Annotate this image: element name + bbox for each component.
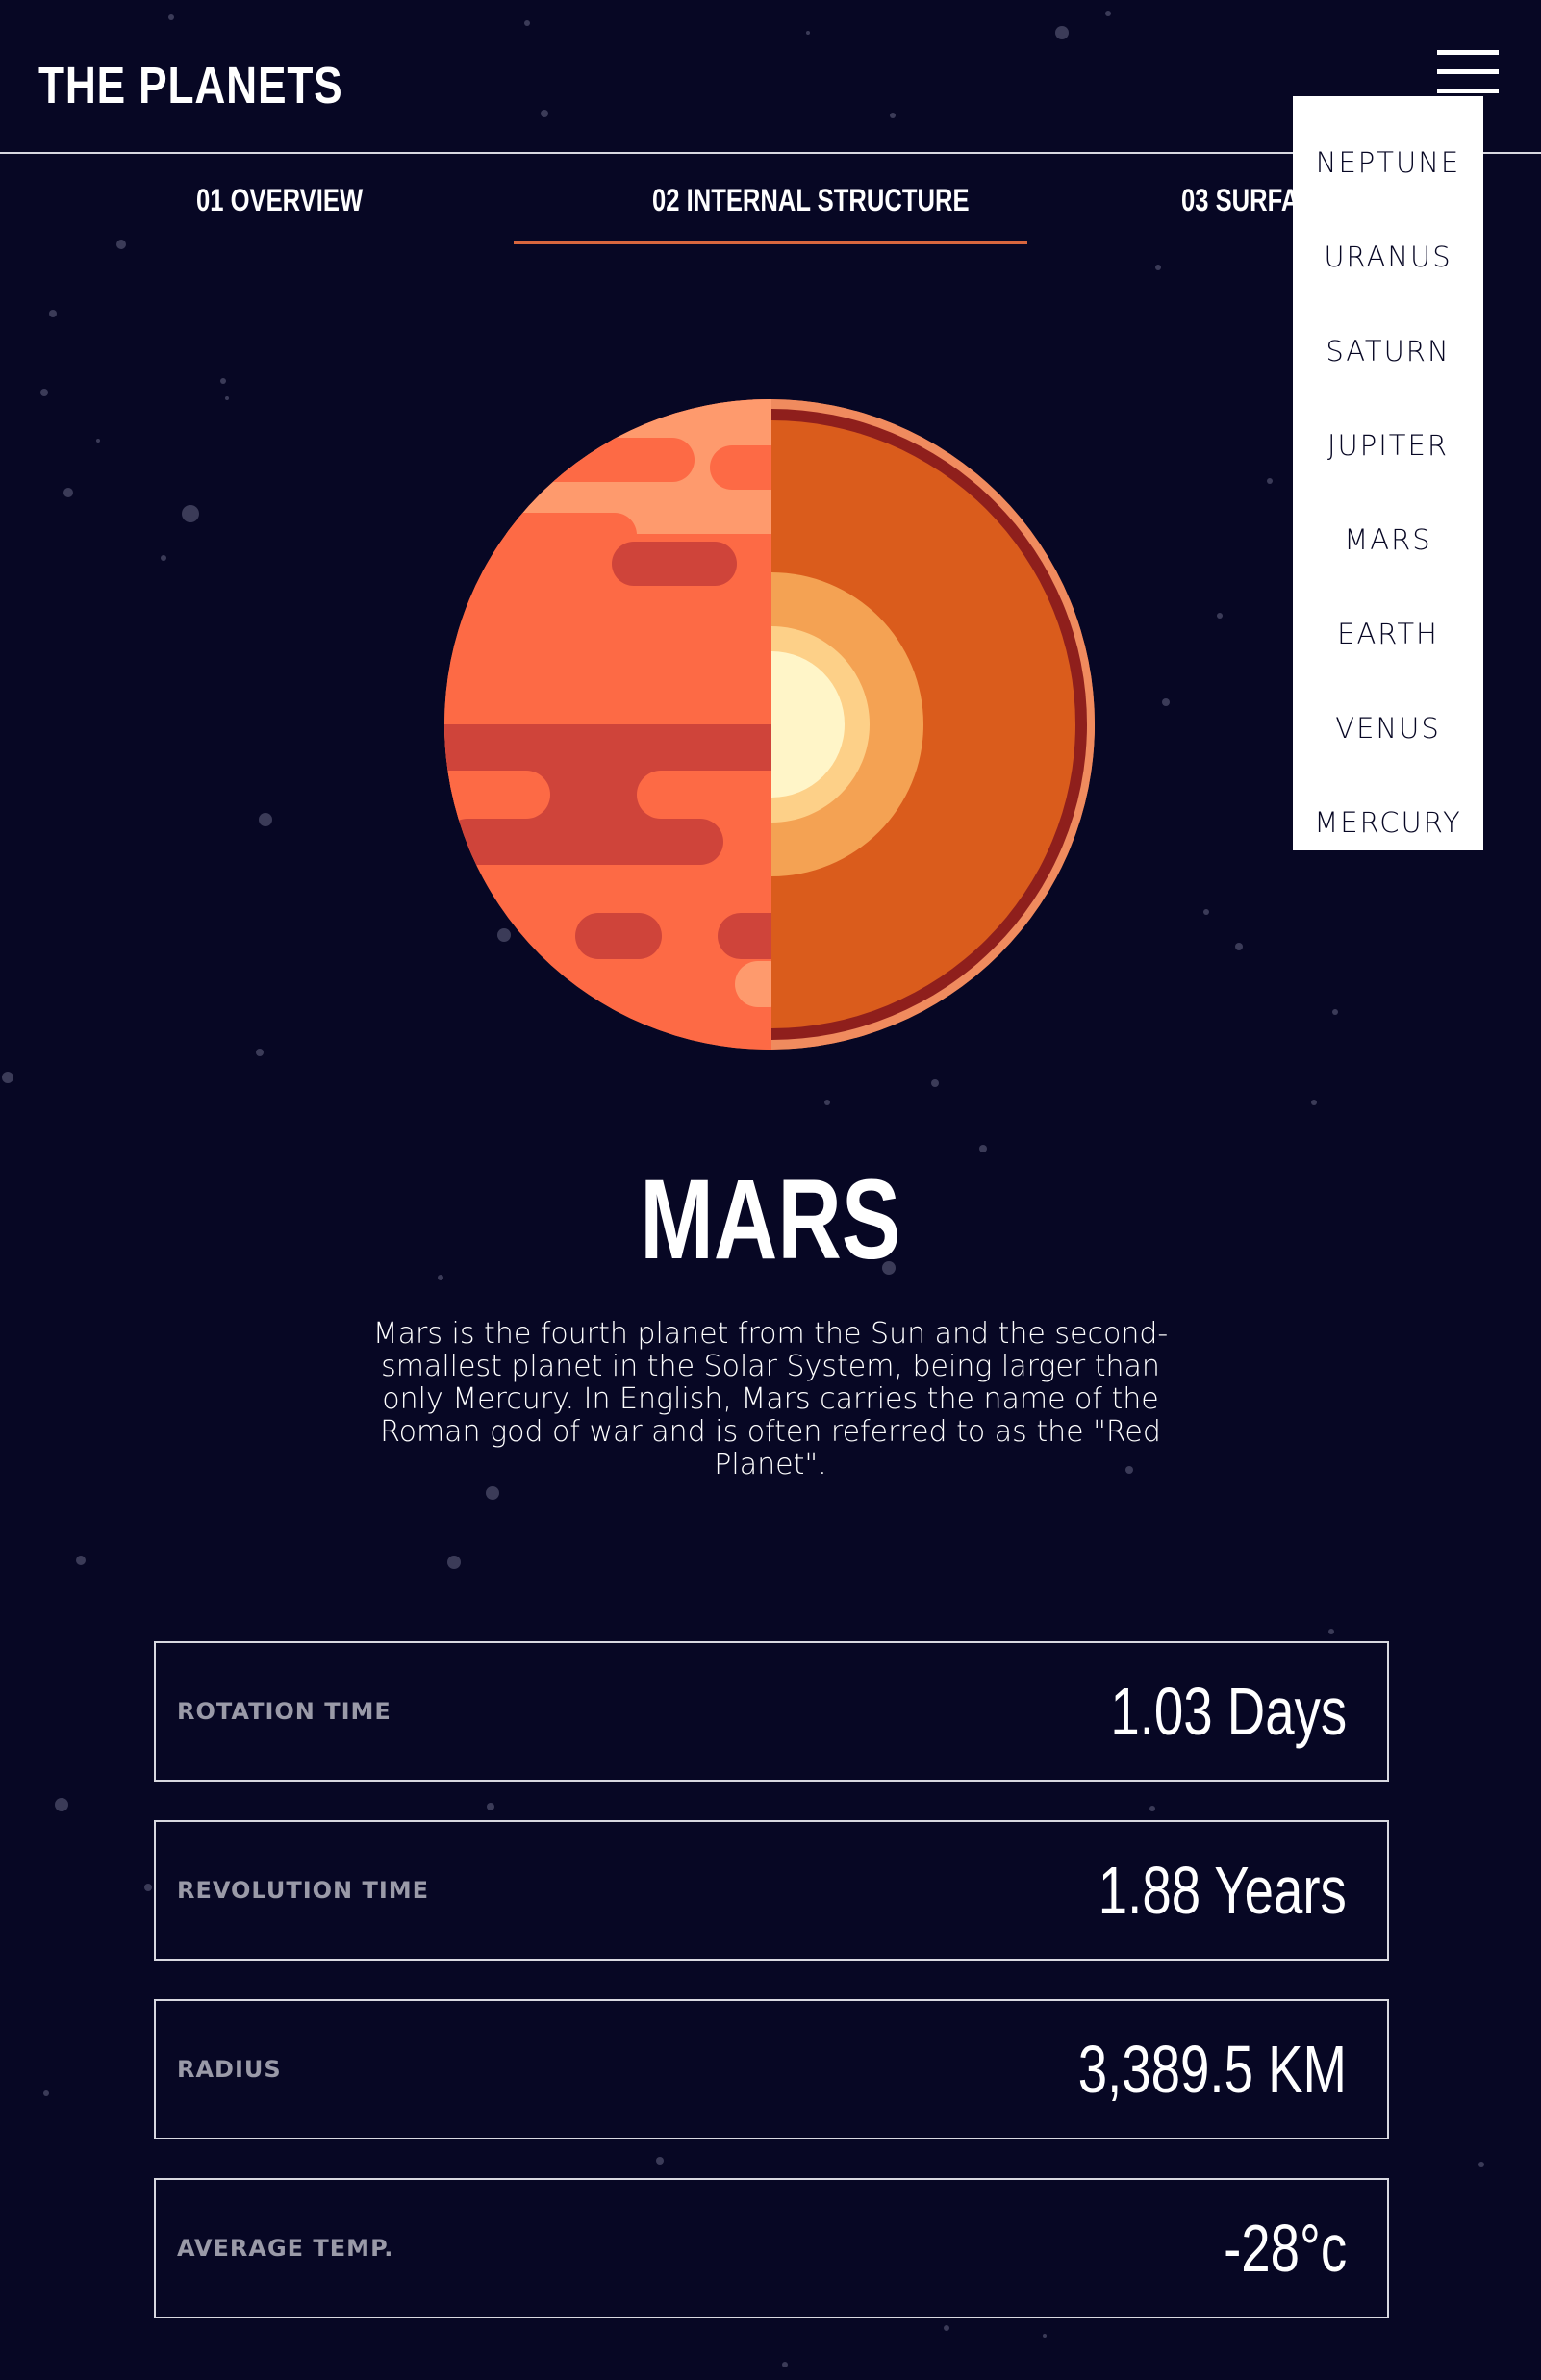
menu-item-uranus[interactable]: URANUS — [1293, 241, 1483, 273]
stat-label: RADIUS — [177, 2056, 282, 2083]
stat-revolution-time: REVOLUTION TIME 1.88 Years — [154, 1820, 1389, 1961]
menu-item-jupiter[interactable]: JUPITER — [1293, 429, 1483, 462]
stat-rotation-time: ROTATION TIME 1.03 Days — [154, 1641, 1389, 1782]
stat-average-temp: AVERAGE TEMP. -28°c — [154, 2178, 1389, 2318]
planet-name-text: MARS — [640, 1156, 901, 1283]
menu-item-earth[interactable]: EARTH — [1293, 618, 1483, 650]
active-tab-indicator — [514, 241, 1027, 244]
stat-label: ROTATION TIME — [177, 1698, 392, 1725]
menu-item-mercury[interactable]: MERCURY — [1293, 806, 1483, 839]
stat-value: -28°c — [1223, 2211, 1347, 2286]
stat-radius: RADIUS 3,389.5 KM — [154, 1999, 1389, 2139]
planet-nav-menu: NEPTUNE URANUS SATURN JUPITER MARS EARTH… — [1293, 96, 1483, 850]
menu-item-venus[interactable]: VENUS — [1293, 712, 1483, 745]
menu-item-neptune[interactable]: NEPTUNE — [1293, 146, 1483, 179]
stat-label: REVOLUTION TIME — [177, 1877, 430, 1904]
stat-value: 1.88 Years — [1098, 1853, 1347, 1928]
menu-item-mars[interactable]: MARS — [1293, 523, 1483, 556]
hamburger-menu-icon[interactable] — [1437, 50, 1499, 98]
tab-internal-structure[interactable]: 02 INTERNAL STRUCTURE — [652, 183, 970, 218]
site-logo[interactable]: THE PLANETS — [38, 56, 343, 115]
tab-overview[interactable]: 01 OVERVIEW — [196, 183, 363, 218]
planet-name: MARS — [0, 1154, 1541, 1285]
stat-label: AVERAGE TEMP. — [177, 2235, 394, 2262]
planet-description: Mars is the fourth planet from the Sun a… — [372, 1317, 1169, 1481]
stat-value: 3,389.5 KM — [1077, 2032, 1347, 2107]
planet-image — [444, 399, 1095, 1050]
stat-value: 1.03 Days — [1110, 1674, 1347, 1749]
menu-item-saturn[interactable]: SATURN — [1293, 335, 1483, 367]
